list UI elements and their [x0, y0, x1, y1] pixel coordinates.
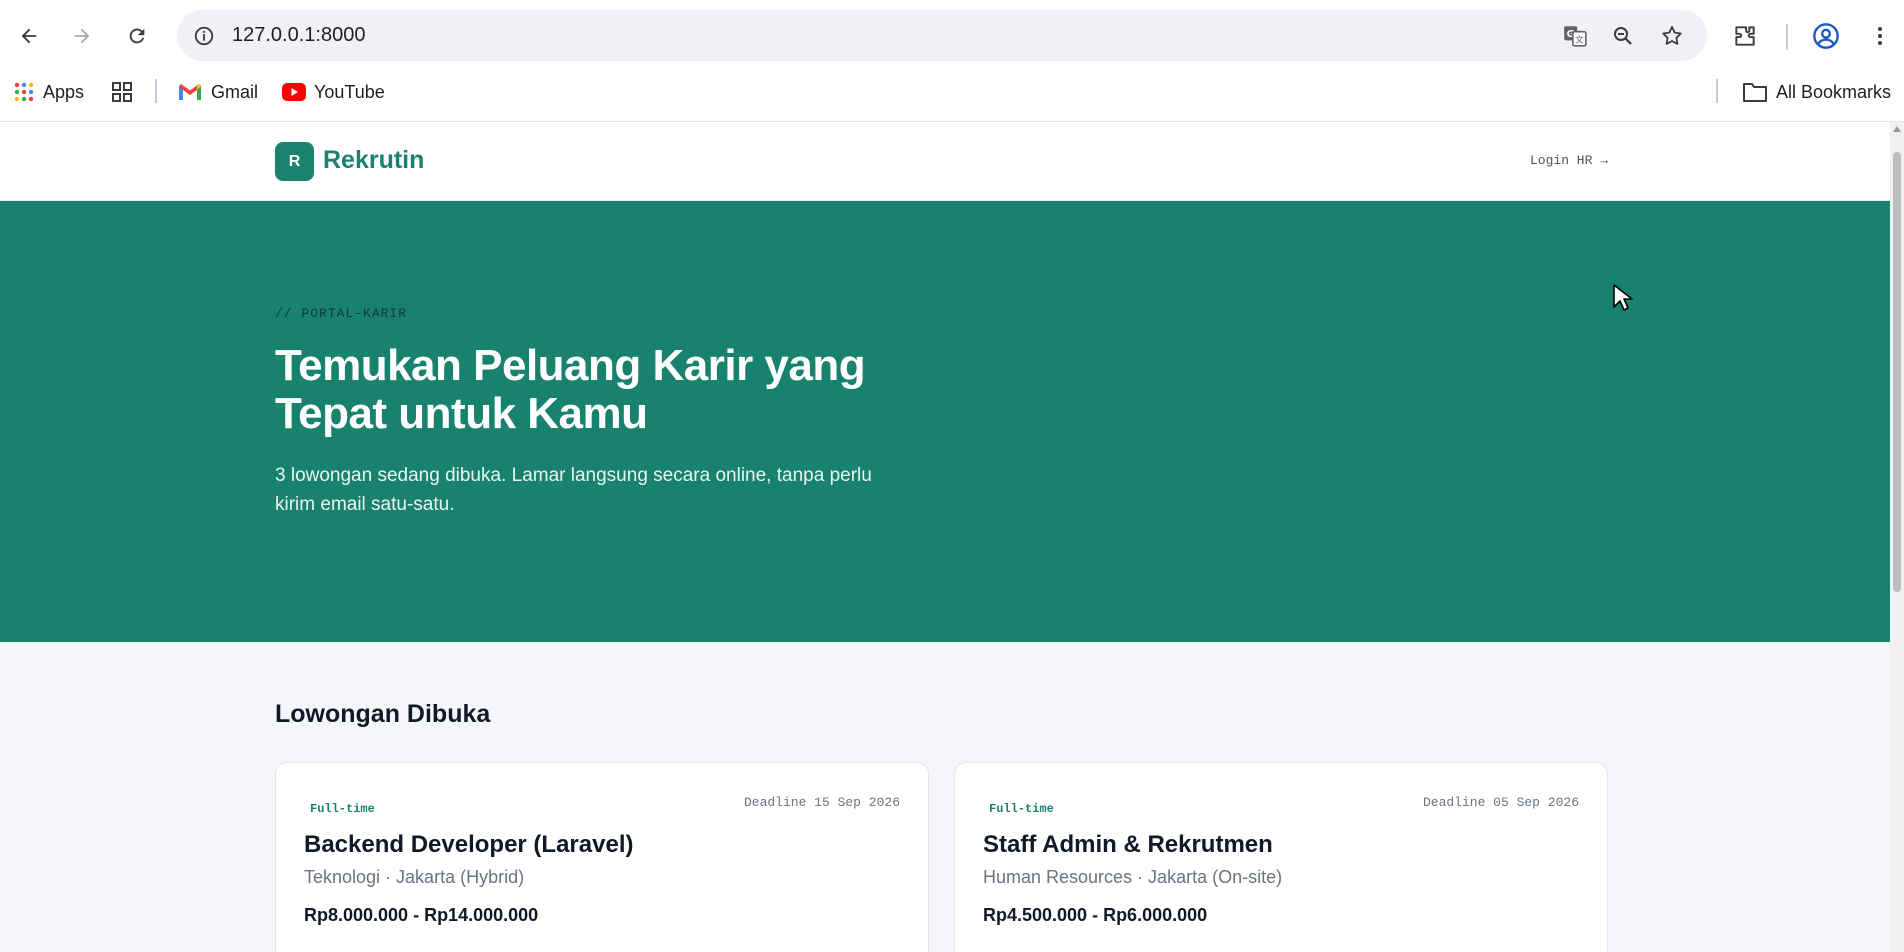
arrow-left-icon — [21, 28, 37, 44]
address-bar[interactable]: 127.0.0.1:8000 G文 — [177, 10, 1707, 61]
toolbar-divider — [1786, 24, 1788, 50]
job-type-badge: Full-time — [989, 802, 1054, 816]
site-header: R Rekrutin Login HR → — [0, 122, 1890, 201]
job-type-badge: Full-time — [310, 802, 375, 816]
job-card[interactable]: Full-time Deadline 05 Sep 2026 Staff Adm… — [954, 762, 1608, 952]
bookmark-apps-label: Apps — [43, 81, 85, 102]
mouse-cursor-icon — [1613, 284, 1633, 311]
page-viewport: R Rekrutin Login HR → // PORTAL-KARIR Te… — [0, 122, 1890, 952]
job-deadline: Deadline 15 Sep 2026 — [743, 795, 900, 810]
scroll-up-arrow-icon[interactable] — [1893, 126, 1901, 132]
folder-icon — [1743, 83, 1767, 102]
bookmark-divider — [1716, 79, 1718, 103]
arrow-right-icon — [74, 28, 90, 44]
job-deadline: Deadline 05 Sep 2026 — [1422, 795, 1579, 810]
bookmark-star-icon[interactable] — [1658, 22, 1686, 50]
hero-eyebrow: // PORTAL-KARIR — [275, 306, 408, 321]
all-bookmarks[interactable]: All Bookmarks — [1742, 78, 1891, 106]
bookmark-divider — [155, 79, 157, 103]
hero-section: // PORTAL-KARIR Temukan Peluang Karir ya… — [0, 201, 1890, 642]
job-card[interactable]: Full-time Deadline 15 Sep 2026 Backend D… — [275, 762, 929, 952]
job-title[interactable]: Staff Admin & Rekrutmen — [983, 831, 1273, 859]
zoom-icon[interactable] — [1609, 22, 1637, 50]
forward-button[interactable] — [62, 16, 102, 56]
brand-name[interactable]: Rekrutin — [323, 146, 424, 175]
job-meta: Human Resources · Jakarta (On-site) — [983, 867, 1283, 887]
job-salary: Rp4.500.000 - Rp6.000.000 — [983, 905, 1208, 925]
job-salary: Rp8.000.000 - Rp14.000.000 — [304, 905, 539, 925]
profile-icon[interactable] — [1808, 18, 1844, 54]
bookmark-youtube-label: YouTube — [314, 81, 385, 102]
extensions-icon[interactable] — [1727, 18, 1763, 54]
login-hr-link[interactable]: Login HR → — [1530, 153, 1608, 168]
section-title: Lowongan Dibuka — [275, 700, 491, 728]
bookmark-tab-groups[interactable] — [110, 78, 134, 106]
back-button[interactable] — [9, 16, 49, 56]
hero-title: Temukan Peluang Karir yang Tepat untuk K… — [275, 341, 866, 438]
bookmark-apps[interactable]: Apps — [13, 78, 84, 106]
translate-icon[interactable]: G文 — [1561, 22, 1589, 50]
hero-subtitle: 3 lowongan sedang dibuka. Lamar langsung… — [275, 465, 872, 515]
svg-text:文: 文 — [1575, 34, 1584, 46]
gmail-icon — [179, 84, 201, 100]
all-bookmarks-label: All Bookmarks — [1776, 81, 1892, 102]
job-meta: Teknologi · Jakarta (Hybrid) — [304, 867, 525, 887]
browser-chrome: 127.0.0.1:8000 G文 Apps Gmail YouTube All… — [0, 0, 1904, 122]
scroll-thumb[interactable] — [1893, 152, 1901, 592]
reload-icon — [129, 28, 145, 44]
tab-groups-icon — [112, 82, 132, 102]
bookmark-youtube[interactable]: YouTube — [282, 78, 385, 106]
url-text[interactable]: 127.0.0.1:8000 — [232, 24, 365, 47]
site-info-icon[interactable] — [190, 22, 218, 50]
bookmark-gmail[interactable]: Gmail — [177, 78, 258, 106]
logo-mark[interactable]: R — [275, 142, 314, 181]
bookmark-gmail-label: Gmail — [211, 81, 259, 102]
job-title[interactable]: Backend Developer (Laravel) — [304, 831, 633, 859]
menu-kebab-icon[interactable] — [1862, 18, 1898, 54]
youtube-icon — [282, 83, 306, 101]
reload-button[interactable] — [117, 16, 157, 56]
page-scrollbar[interactable] — [1890, 122, 1904, 952]
apps-grid-icon — [14, 82, 34, 102]
